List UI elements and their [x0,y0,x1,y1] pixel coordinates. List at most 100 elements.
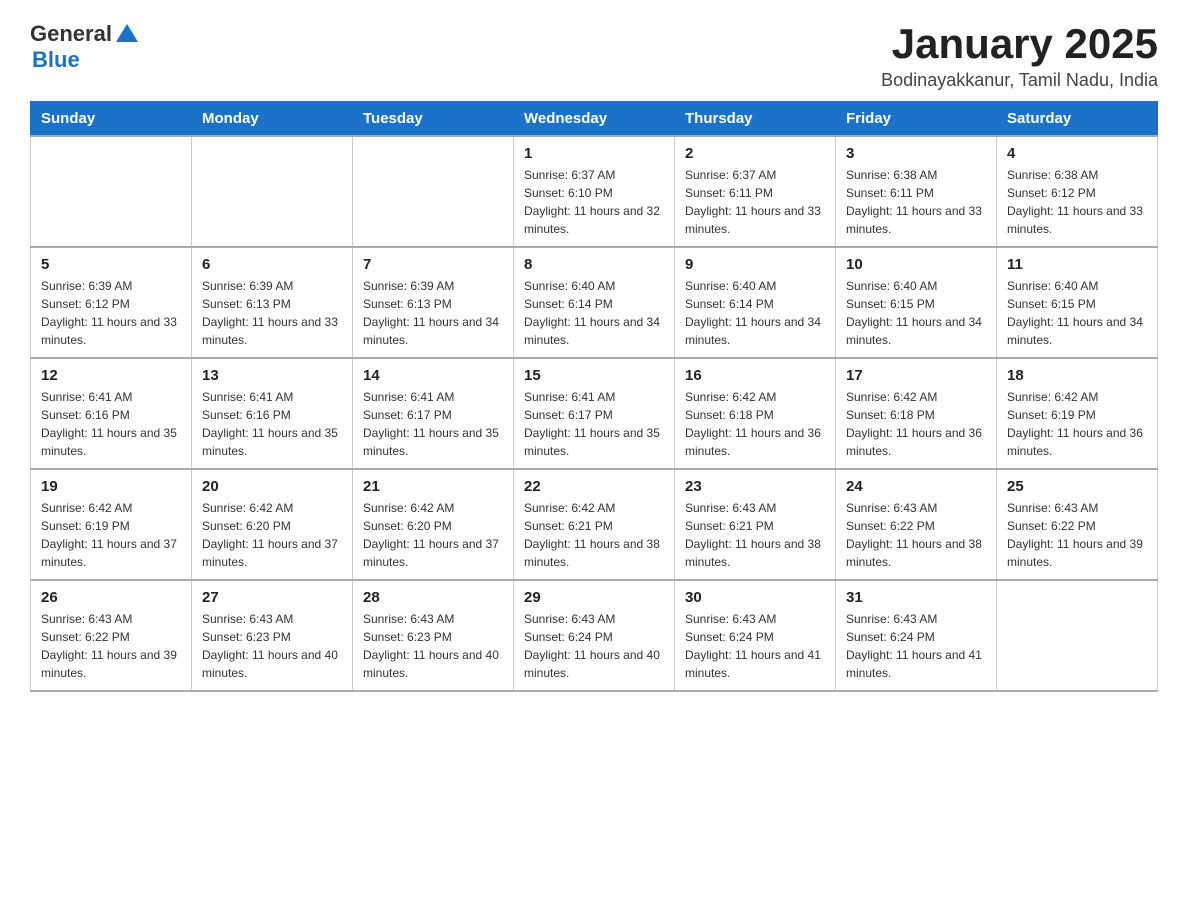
day-number: 29 [524,589,664,606]
calendar-cell [31,136,192,247]
day-number: 3 [846,145,986,162]
calendar-cell: 31 Sunrise: 6:43 AMSunset: 6:24 PMDayligh… [836,580,997,691]
calendar-cell: 5Sunrise: 6:39 AMSunset: 6:12 PMDaylight… [31,247,192,358]
calendar-cell: 26 Sunrise: 6:43 AMSunset: 6:22 PMDayligh… [31,580,192,691]
day-number: 30 [685,589,825,606]
calendar-cell: 25Sunrise: 6:43 AMSunset: 6:22 PMDayligh… [997,469,1158,580]
day-info: Sunrise: 6:42 AMSunset: 6:19 PMDaylight:… [41,499,181,571]
day-info: Sunrise: 6:41 AMSunset: 6:17 PMDaylight:… [363,388,503,460]
calendar-cell: 21 Sunrise: 6:42 AMSunset: 6:20 PMDayligh… [353,469,514,580]
logo: General Blue [30,20,138,73]
logo-triangle-icon [116,24,138,42]
month-year-title: January 2025 [881,20,1158,68]
day-number: 26 [41,589,181,606]
calendar-header-row: SundayMondayTuesdayWednesdayThursdayFrid… [31,102,1158,137]
day-number: 14 [363,367,503,384]
day-header-monday: Monday [192,102,353,137]
day-info: Sunrise: 6:40 AMSunset: 6:15 PMDaylight:… [1007,277,1147,349]
day-header-sunday: Sunday [31,102,192,137]
day-info: Sunrise: 6:42 AMSunset: 6:18 PMDaylight:… [685,388,825,460]
day-info: Sunrise: 6:37 AMSunset: 6:11 PMDaylight:… [685,166,825,238]
calendar-cell: 1Sunrise: 6:37 AMSunset: 6:10 PMDaylight… [514,136,675,247]
calendar-cell: 24 Sunrise: 6:43 AMSunset: 6:22 PMDayligh… [836,469,997,580]
calendar-cell: 9 Sunrise: 6:40 AMSunset: 6:14 PMDaylight… [675,247,836,358]
day-info: Sunrise: 6:43 AMSunset: 6:22 PMDaylight:… [41,610,181,682]
page-header: General Blue January 2025 Bodinayakkanur… [30,20,1158,91]
day-number: 5 [41,256,181,273]
day-number: 10 [846,256,986,273]
day-header-saturday: Saturday [997,102,1158,137]
day-number: 17 [846,367,986,384]
calendar-cell: 20Sunrise: 6:42 AMSunset: 6:20 PMDayligh… [192,469,353,580]
day-info: Sunrise: 6:42 AMSunset: 6:20 PMDaylight:… [363,499,503,571]
day-number: 31 [846,589,986,606]
day-number: 12 [41,367,181,384]
day-number: 28 [363,589,503,606]
calendar-cell: 28 Sunrise: 6:43 AMSunset: 6:23 PMDayligh… [353,580,514,691]
day-number: 27 [202,589,342,606]
day-info: Sunrise: 6:43 AMSunset: 6:23 PMDaylight:… [363,610,503,682]
calendar-cell: 29 Sunrise: 6:43 AMSunset: 6:24 PMDayligh… [514,580,675,691]
day-info: Sunrise: 6:43 AMSunset: 6:21 PMDaylight:… [685,499,825,571]
day-info: Sunrise: 6:43 AMSunset: 6:24 PMDaylight:… [846,610,986,682]
calendar-cell: 7 Sunrise: 6:39 AMSunset: 6:13 PMDaylight… [353,247,514,358]
day-info: Sunrise: 6:43 AMSunset: 6:24 PMDaylight:… [524,610,664,682]
day-info: Sunrise: 6:40 AMSunset: 6:14 PMDaylight:… [524,277,664,349]
day-number: 22 [524,478,664,495]
day-number: 15 [524,367,664,384]
day-number: 23 [685,478,825,495]
day-number: 4 [1007,145,1147,162]
day-number: 1 [524,145,664,162]
day-number: 16 [685,367,825,384]
day-number: 2 [685,145,825,162]
day-number: 24 [846,478,986,495]
day-number: 9 [685,256,825,273]
calendar-cell: 13Sunrise: 6:41 AMSunset: 6:16 PMDayligh… [192,358,353,469]
day-info: Sunrise: 6:42 AMSunset: 6:20 PMDaylight:… [202,499,342,571]
day-info: Sunrise: 6:40 AMSunset: 6:15 PMDaylight:… [846,277,986,349]
calendar-cell: 22 Sunrise: 6:42 AMSunset: 6:21 PMDayligh… [514,469,675,580]
calendar-table: SundayMondayTuesdayWednesdayThursdayFrid… [30,101,1158,692]
calendar-cell: 27Sunrise: 6:43 AMSunset: 6:23 PMDayligh… [192,580,353,691]
calendar-cell [353,136,514,247]
calendar-cell: 18Sunrise: 6:42 AMSunset: 6:19 PMDayligh… [997,358,1158,469]
calendar-cell: 6Sunrise: 6:39 AMSunset: 6:13 PMDaylight… [192,247,353,358]
calendar-cell: 16 Sunrise: 6:42 AMSunset: 6:18 PMDayligh… [675,358,836,469]
calendar-cell: 10 Sunrise: 6:40 AMSunset: 6:15 PMDayligh… [836,247,997,358]
calendar-cell: 15 Sunrise: 6:41 AMSunset: 6:17 PMDayligh… [514,358,675,469]
logo-text-general: General [30,21,112,47]
calendar-week-row: 19Sunrise: 6:42 AMSunset: 6:19 PMDayligh… [31,469,1158,580]
calendar-cell: 23 Sunrise: 6:43 AMSunset: 6:21 PMDayligh… [675,469,836,580]
day-info: Sunrise: 6:43 AMSunset: 6:22 PMDaylight:… [846,499,986,571]
day-info: Sunrise: 6:38 AMSunset: 6:11 PMDaylight:… [846,166,986,238]
day-info: Sunrise: 6:43 AMSunset: 6:22 PMDaylight:… [1007,499,1147,571]
calendar-cell: 12 Sunrise: 6:41 AMSunset: 6:16 PMDayligh… [31,358,192,469]
day-info: Sunrise: 6:41 AMSunset: 6:16 PMDaylight:… [41,388,181,460]
day-header-wednesday: Wednesday [514,102,675,137]
calendar-week-row: 26 Sunrise: 6:43 AMSunset: 6:22 PMDayligh… [31,580,1158,691]
logo-text-blue: Blue [32,47,80,73]
day-number: 6 [202,256,342,273]
day-info: Sunrise: 6:43 AMSunset: 6:24 PMDaylight:… [685,610,825,682]
calendar-cell: 3 Sunrise: 6:38 AMSunset: 6:11 PMDaylight… [836,136,997,247]
calendar-cell: 4 Sunrise: 6:38 AMSunset: 6:12 PMDaylight… [997,136,1158,247]
calendar-cell: 14 Sunrise: 6:41 AMSunset: 6:17 PMDayligh… [353,358,514,469]
location-subtitle: Bodinayakkanur, Tamil Nadu, India [881,70,1158,91]
day-number: 11 [1007,256,1147,273]
day-info: Sunrise: 6:39 AMSunset: 6:13 PMDaylight:… [363,277,503,349]
day-info: Sunrise: 6:42 AMSunset: 6:21 PMDaylight:… [524,499,664,571]
calendar-week-row: 1Sunrise: 6:37 AMSunset: 6:10 PMDaylight… [31,136,1158,247]
day-info: Sunrise: 6:42 AMSunset: 6:18 PMDaylight:… [846,388,986,460]
day-number: 7 [363,256,503,273]
calendar-cell: 11 Sunrise: 6:40 AMSunset: 6:15 PMDayligh… [997,247,1158,358]
calendar-week-row: 5Sunrise: 6:39 AMSunset: 6:12 PMDaylight… [31,247,1158,358]
day-info: Sunrise: 6:41 AMSunset: 6:17 PMDaylight:… [524,388,664,460]
day-number: 21 [363,478,503,495]
day-info: Sunrise: 6:38 AMSunset: 6:12 PMDaylight:… [1007,166,1147,238]
calendar-cell [997,580,1158,691]
day-number: 8 [524,256,664,273]
day-header-thursday: Thursday [675,102,836,137]
calendar-cell [192,136,353,247]
day-info: Sunrise: 6:40 AMSunset: 6:14 PMDaylight:… [685,277,825,349]
day-info: Sunrise: 6:41 AMSunset: 6:16 PMDaylight:… [202,388,342,460]
